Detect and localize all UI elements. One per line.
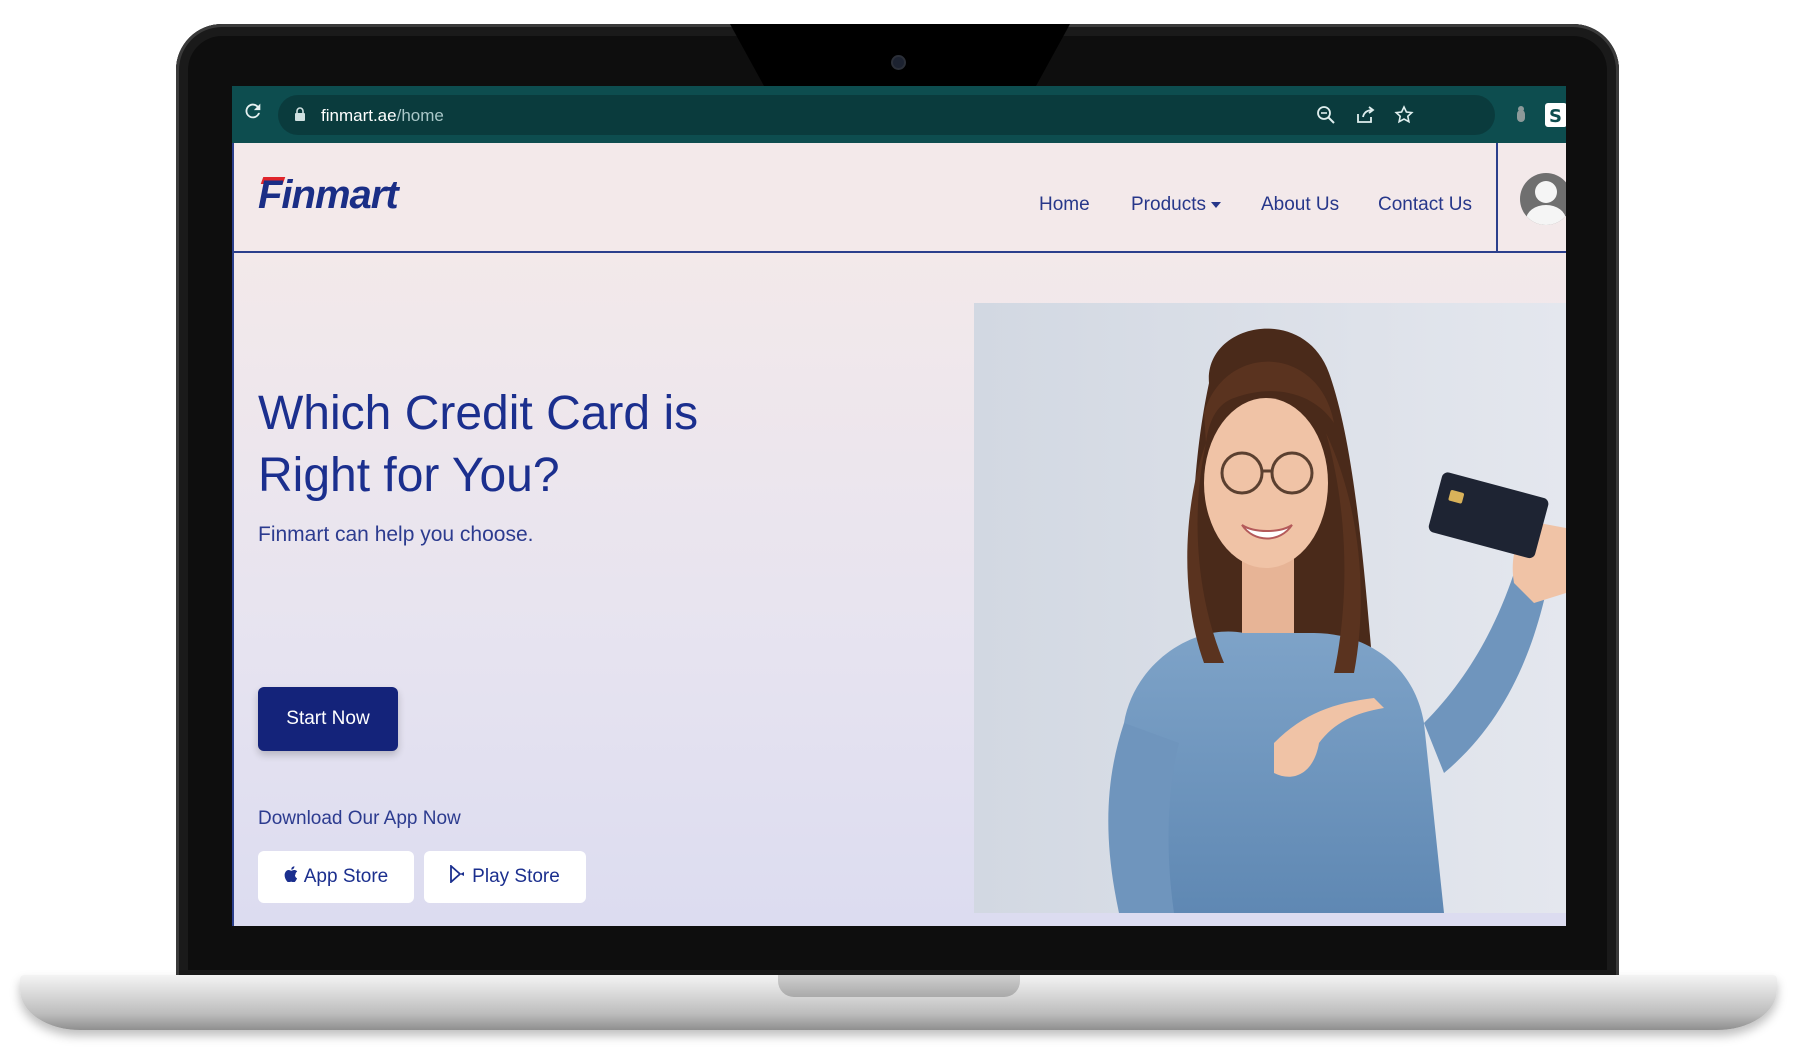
laptop-base-notch: [778, 975, 1020, 997]
hero-subtitle: Finmart can help you choose.: [258, 523, 534, 546]
play-icon: [450, 863, 466, 889]
url-path: /home: [396, 106, 444, 125]
address-bar[interactable]: finmart.ae/home: [278, 95, 1495, 135]
app-store-label: App Store: [303, 866, 389, 887]
url-host: finmart.ae: [321, 106, 397, 125]
nav-products-label: Products: [1131, 194, 1206, 215]
avatar-head: [1535, 181, 1557, 203]
nav-contact-us[interactable]: Contact Us: [1378, 194, 1472, 216]
hero-title-line1: Which Credit Card is: [258, 387, 699, 440]
lock-icon: [294, 106, 306, 122]
user-avatar-icon[interactable]: [1520, 173, 1566, 225]
play-store-label: Play Store: [472, 866, 560, 887]
download-app-label: Download Our App Now: [258, 808, 461, 829]
nav-divider: [1496, 143, 1498, 253]
browser-toolbar: finmart.ae/home S: [232, 86, 1566, 143]
caret-down-icon: [1210, 201, 1221, 208]
webcam-icon: [893, 57, 904, 68]
star-icon[interactable]: [1394, 105, 1416, 127]
finmart-logo[interactable]: Finmart: [258, 173, 399, 218]
svg-text:S: S: [1549, 106, 1562, 127]
app-store-button[interactable]: App Store: [258, 851, 414, 903]
laptop-screen: finmart.ae/home S Finmart Home Products …: [232, 86, 1566, 926]
nav-home[interactable]: Home: [1039, 194, 1090, 216]
zoom-icon[interactable]: [1316, 105, 1338, 127]
site-navbar: Finmart Home Products About Us Contact U…: [232, 143, 1566, 253]
share-icon[interactable]: [1355, 105, 1377, 127]
avatar-body: [1526, 205, 1566, 225]
play-store-button[interactable]: Play Store: [424, 851, 586, 903]
hero-title: Which Credit Card is Right for You?: [258, 383, 818, 507]
hero-title-line2: Right for You?: [258, 449, 560, 502]
url-text: finmart.ae/home: [321, 106, 444, 126]
camera-notch: [730, 24, 1070, 86]
nav-about-us[interactable]: About Us: [1261, 194, 1339, 216]
hero-photo-woman-with-card: [974, 303, 1566, 913]
profile-extension-icon[interactable]: S: [1545, 103, 1566, 127]
start-now-button[interactable]: Start Now: [258, 687, 398, 751]
extension-icon[interactable]: [1515, 104, 1535, 126]
nav-products[interactable]: Products: [1131, 194, 1221, 216]
reload-icon[interactable]: [238, 100, 268, 130]
apple-icon: [284, 866, 298, 888]
